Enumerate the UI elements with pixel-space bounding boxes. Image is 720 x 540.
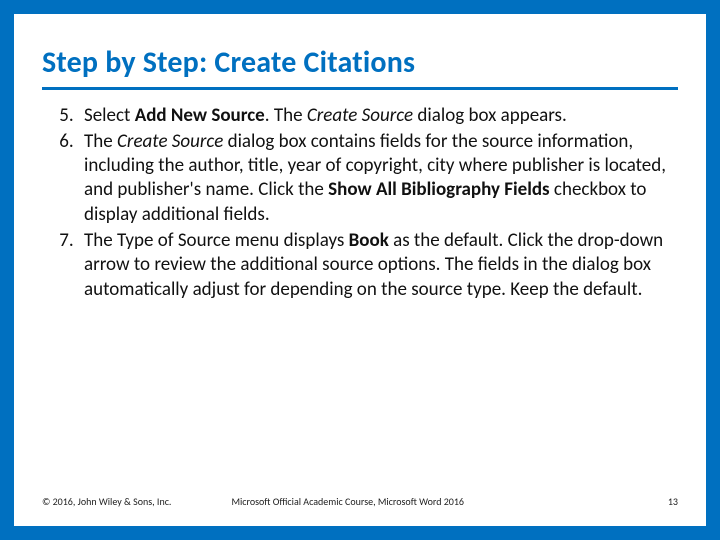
step-text: The Type of Source menu displays [84, 229, 349, 252]
step-bold: Add New Source [135, 104, 265, 127]
step-text: The [84, 130, 117, 153]
slide-footer: © 2016, John Wiley & Sons, Inc. Microsof… [42, 495, 678, 508]
footer-copyright: © 2016, John Wiley & Sons, Inc. [42, 495, 171, 508]
list-item: The Create Source dialog box contains fi… [78, 130, 672, 227]
slide: Step by Step: Create Citations Select Ad… [14, 14, 706, 526]
page-title: Step by Step: Create Citations [42, 46, 678, 81]
step-text: dialog box appears. [413, 104, 567, 127]
list-item: The Type of Source menu displays Book as… [78, 229, 672, 302]
step-text: . The [265, 104, 307, 127]
step-italic: Create Source [307, 104, 413, 127]
step-italic: Create Source [117, 130, 223, 153]
step-text: Select [84, 104, 135, 127]
footer-page-number: 13 [668, 495, 678, 508]
list-item: Select Add New Source. The Create Source… [78, 104, 672, 128]
step-bold: Book [349, 229, 389, 252]
step-bold: Show All Bibliography Fields [328, 178, 549, 201]
title-rule [42, 87, 678, 90]
footer-course: Microsoft Official Academic Course, Micr… [231, 495, 667, 508]
step-list: Select Add New Source. The Create Source… [42, 104, 678, 303]
